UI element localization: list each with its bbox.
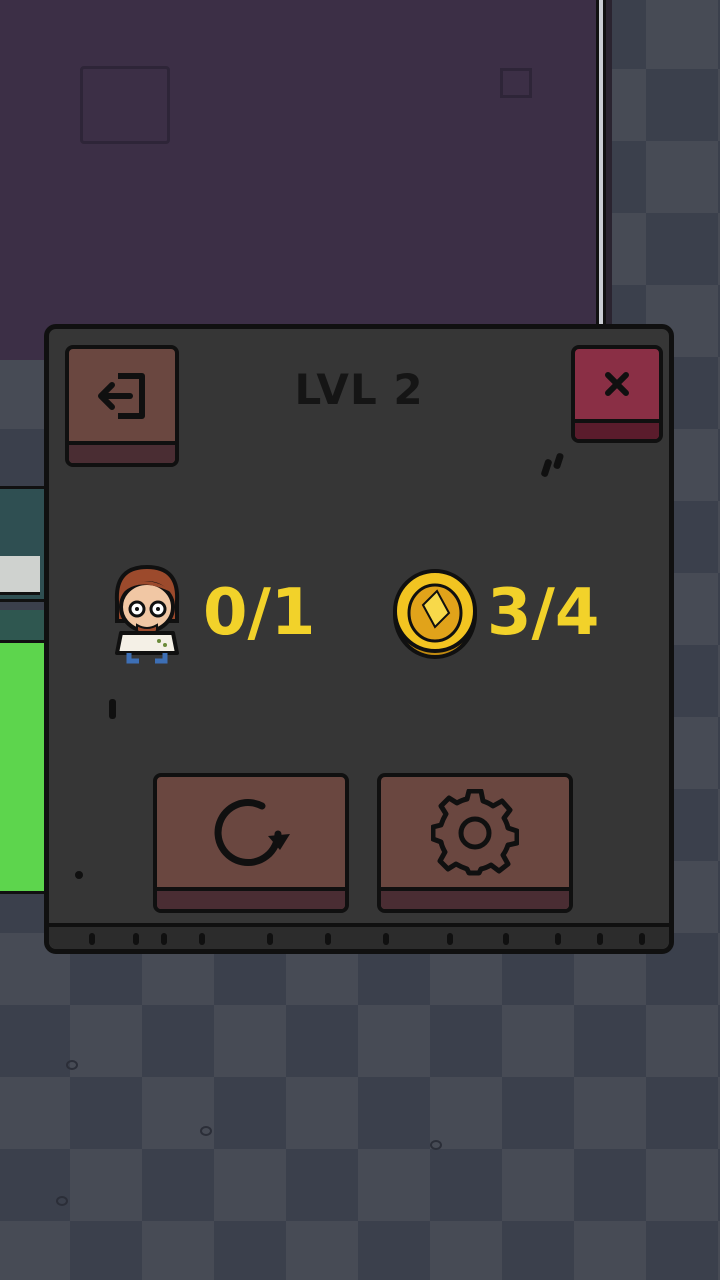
restart-button[interactable] [153, 773, 349, 913]
settings-button[interactable] [377, 773, 573, 913]
exit-button[interactable] [65, 345, 179, 467]
scientists-rescued-count: 0/1 [203, 576, 316, 650]
close-x-icon [603, 370, 631, 402]
room-wall-shadow [606, 0, 612, 360]
restart-icon [206, 788, 296, 882]
slime-tank-top [0, 610, 46, 642]
wall-frame-decoration [80, 66, 170, 144]
machine-strip [0, 556, 40, 595]
scientist-character-icon [107, 561, 187, 669]
room-wall [596, 0, 606, 360]
exit-door-icon [94, 370, 150, 426]
level-pause-panel: LVL 2 0/1 3/4 [44, 324, 674, 954]
gear-icon [430, 788, 520, 881]
wall-frame-decoration-small [500, 68, 532, 98]
purple-room-background [0, 0, 598, 360]
coins-collected-count: 3/4 [487, 576, 600, 650]
gold-coin-icon [391, 565, 479, 663]
panel-base [49, 923, 669, 949]
close-button[interactable] [571, 345, 663, 443]
